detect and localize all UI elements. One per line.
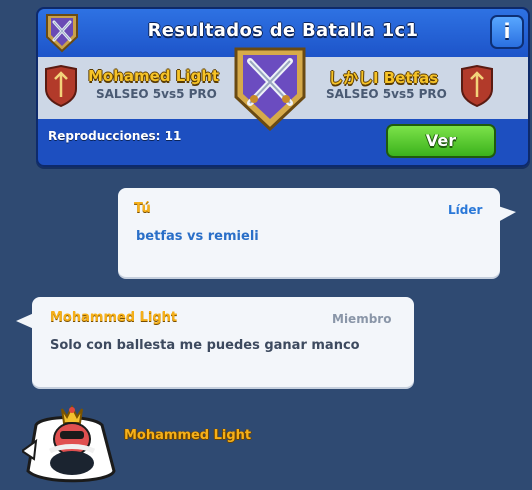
message-author[interactable]: Mohammed Light (50, 310, 177, 325)
right-player-name[interactable]: しかしI Betfas (328, 67, 438, 88)
emote-sender-name[interactable]: Mohammed Light (124, 428, 251, 443)
message-role-leader: Líder (448, 203, 483, 217)
shield-icon (461, 65, 493, 107)
message-author[interactable]: Tú (134, 201, 151, 216)
left-player-clan: SALSEO 5vs5 PRO (96, 87, 217, 101)
left-player-name[interactable]: Mohamed Light (88, 67, 219, 85)
chat-message: Mohammed Light Miembro Solo con ballesta… (16, 297, 414, 387)
replays-count: Reproducciones: 11 (48, 129, 182, 143)
message-text: Solo con ballesta me puedes ganar manco (50, 338, 360, 353)
chat-message: Tú Líder betfas vs remieli (118, 188, 516, 277)
message-role-member: Miembro (332, 312, 392, 326)
battle-title: Resultados de Batalla 1c1 (147, 20, 419, 41)
message-text: betfas vs remieli (136, 229, 259, 244)
shield-icon (45, 65, 77, 107)
watch-replay-button[interactable]: Ver (386, 124, 496, 158)
bubble-tail (498, 206, 516, 222)
info-icon: i (503, 19, 511, 43)
bubble-tail (16, 313, 34, 329)
right-player-clan: SALSEO 5vs5 PRO (326, 87, 447, 101)
battle-result-card: Resultados de Batalla 1c1 i Mohamed Ligh… (36, 7, 530, 167)
crossed-swords-badge-icon (234, 47, 306, 131)
crossed-swords-badge-icon (46, 14, 78, 53)
info-button[interactable]: i (490, 15, 524, 49)
versus-panel: Mohamed Light SALSEO 5vs5 PRO しかしI Betfa… (38, 47, 528, 131)
king-emote-icon[interactable] (22, 405, 120, 487)
